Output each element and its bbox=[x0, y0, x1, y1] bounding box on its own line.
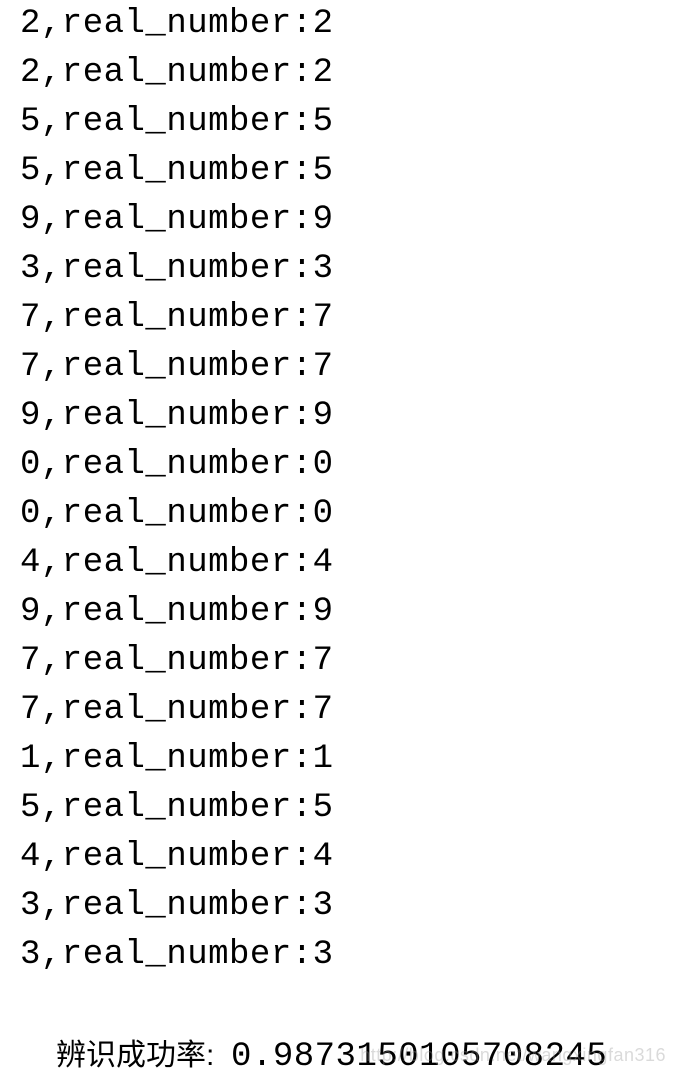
output-line: 2,real_number:2 bbox=[20, 0, 666, 49]
output-line: 0,real_number:0 bbox=[20, 490, 666, 539]
output-line: 3,real_number:3 bbox=[20, 245, 666, 294]
summary-line: 辨识成功率: 0.9873150105708245 bbox=[20, 982, 666, 1083]
output-line: 4,real_number:4 bbox=[20, 833, 666, 882]
output-line: 7,real_number:7 bbox=[20, 294, 666, 343]
output-line: 2,real_number:2 bbox=[20, 49, 666, 98]
watermark: http://blog.csdn.net/wangxingfan316 bbox=[360, 1045, 666, 1066]
output-line: 5,real_number:5 bbox=[20, 98, 666, 147]
output-line: 7,real_number:7 bbox=[20, 343, 666, 392]
output-line: 7,real_number:7 bbox=[20, 637, 666, 686]
output-line: 3,real_number:3 bbox=[20, 931, 666, 980]
output-line: 3,real_number:3 bbox=[20, 882, 666, 931]
output-line: 9,real_number:9 bbox=[20, 196, 666, 245]
output-line: 4,real_number:4 bbox=[20, 539, 666, 588]
accuracy-label: 辨识成功率: bbox=[56, 1039, 231, 1072]
output-line: 9,real_number:9 bbox=[20, 588, 666, 637]
output-line: 5,real_number:5 bbox=[20, 147, 666, 196]
output-line: 9,real_number:9 bbox=[20, 392, 666, 441]
output-line: 7,real_number:7 bbox=[20, 686, 666, 735]
output-line: 5,real_number:5 bbox=[20, 784, 666, 833]
console-output: 2,real_number:22,real_number:25,real_num… bbox=[20, 0, 666, 980]
output-line: 1,real_number:1 bbox=[20, 735, 666, 784]
output-line: 0,real_number:0 bbox=[20, 441, 666, 490]
